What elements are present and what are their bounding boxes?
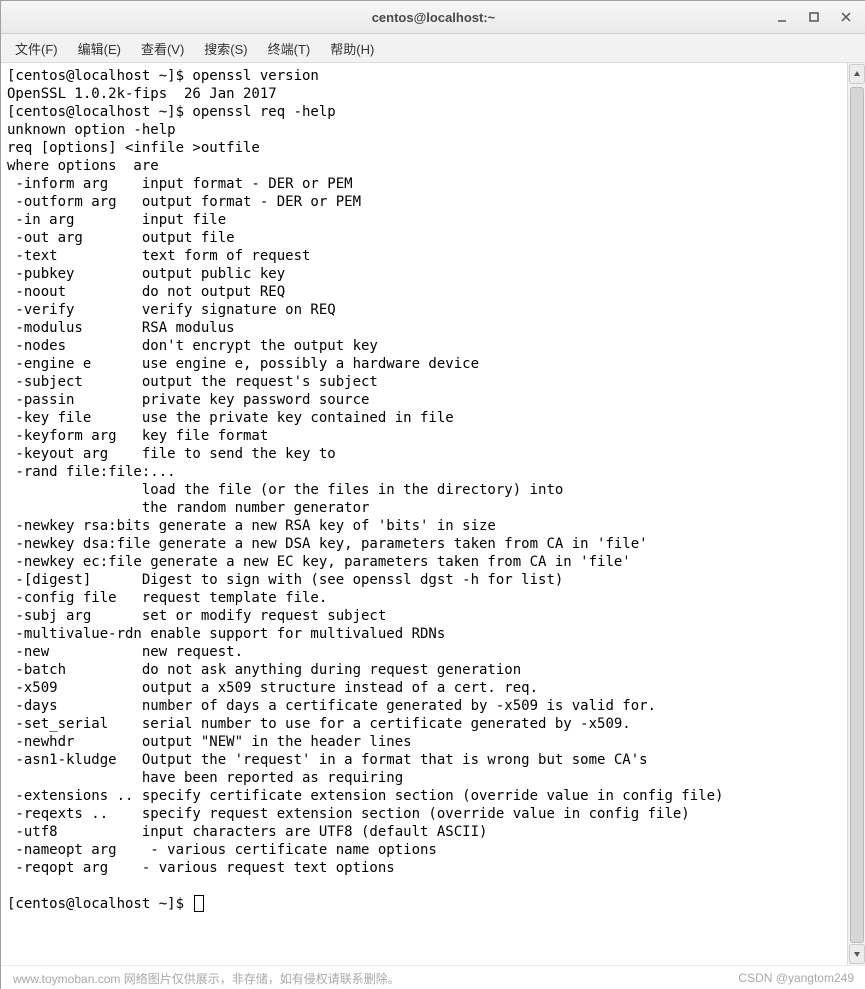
chevron-up-icon [853, 70, 861, 78]
menu-help[interactable]: 帮助(H) [320, 35, 384, 62]
app-window: centos@localhost:~ 文件(F) 编辑(E) 查看(V) 搜索(… [0, 0, 865, 989]
titlebar: centos@localhost:~ [1, 1, 865, 34]
scrollbar-thumb[interactable] [850, 87, 864, 943]
menu-edit[interactable]: 编辑(E) [68, 35, 131, 62]
chevron-down-icon [853, 950, 861, 958]
terminal-output[interactable]: [centos@localhost ~]$ openssl version Op… [1, 63, 847, 965]
menu-search[interactable]: 搜索(S) [194, 35, 257, 62]
scroll-up-button[interactable] [849, 64, 865, 84]
scroll-down-button[interactable] [849, 944, 865, 964]
menu-view[interactable]: 查看(V) [131, 35, 194, 62]
menu-file[interactable]: 文件(F) [5, 35, 68, 62]
footer-left: www.toymoban.com 网络图片仅供展示，非存储，如有侵权请联系删除。 [13, 970, 400, 987]
menubar: 文件(F) 编辑(E) 查看(V) 搜索(S) 终端(T) 帮助(H) [1, 34, 865, 63]
footer: www.toymoban.com 网络图片仅供展示，非存储，如有侵权请联系删除。… [1, 965, 865, 989]
menu-terminal[interactable]: 终端(T) [258, 35, 321, 62]
window-title: centos@localhost:~ [1, 10, 865, 25]
scrollbar[interactable] [847, 63, 865, 965]
cursor [194, 895, 204, 912]
scrollbar-track[interactable] [850, 87, 864, 941]
terminal-container: [centos@localhost ~]$ openssl version Op… [1, 63, 865, 965]
footer-right: CSDN @yangtom249 [738, 971, 854, 985]
